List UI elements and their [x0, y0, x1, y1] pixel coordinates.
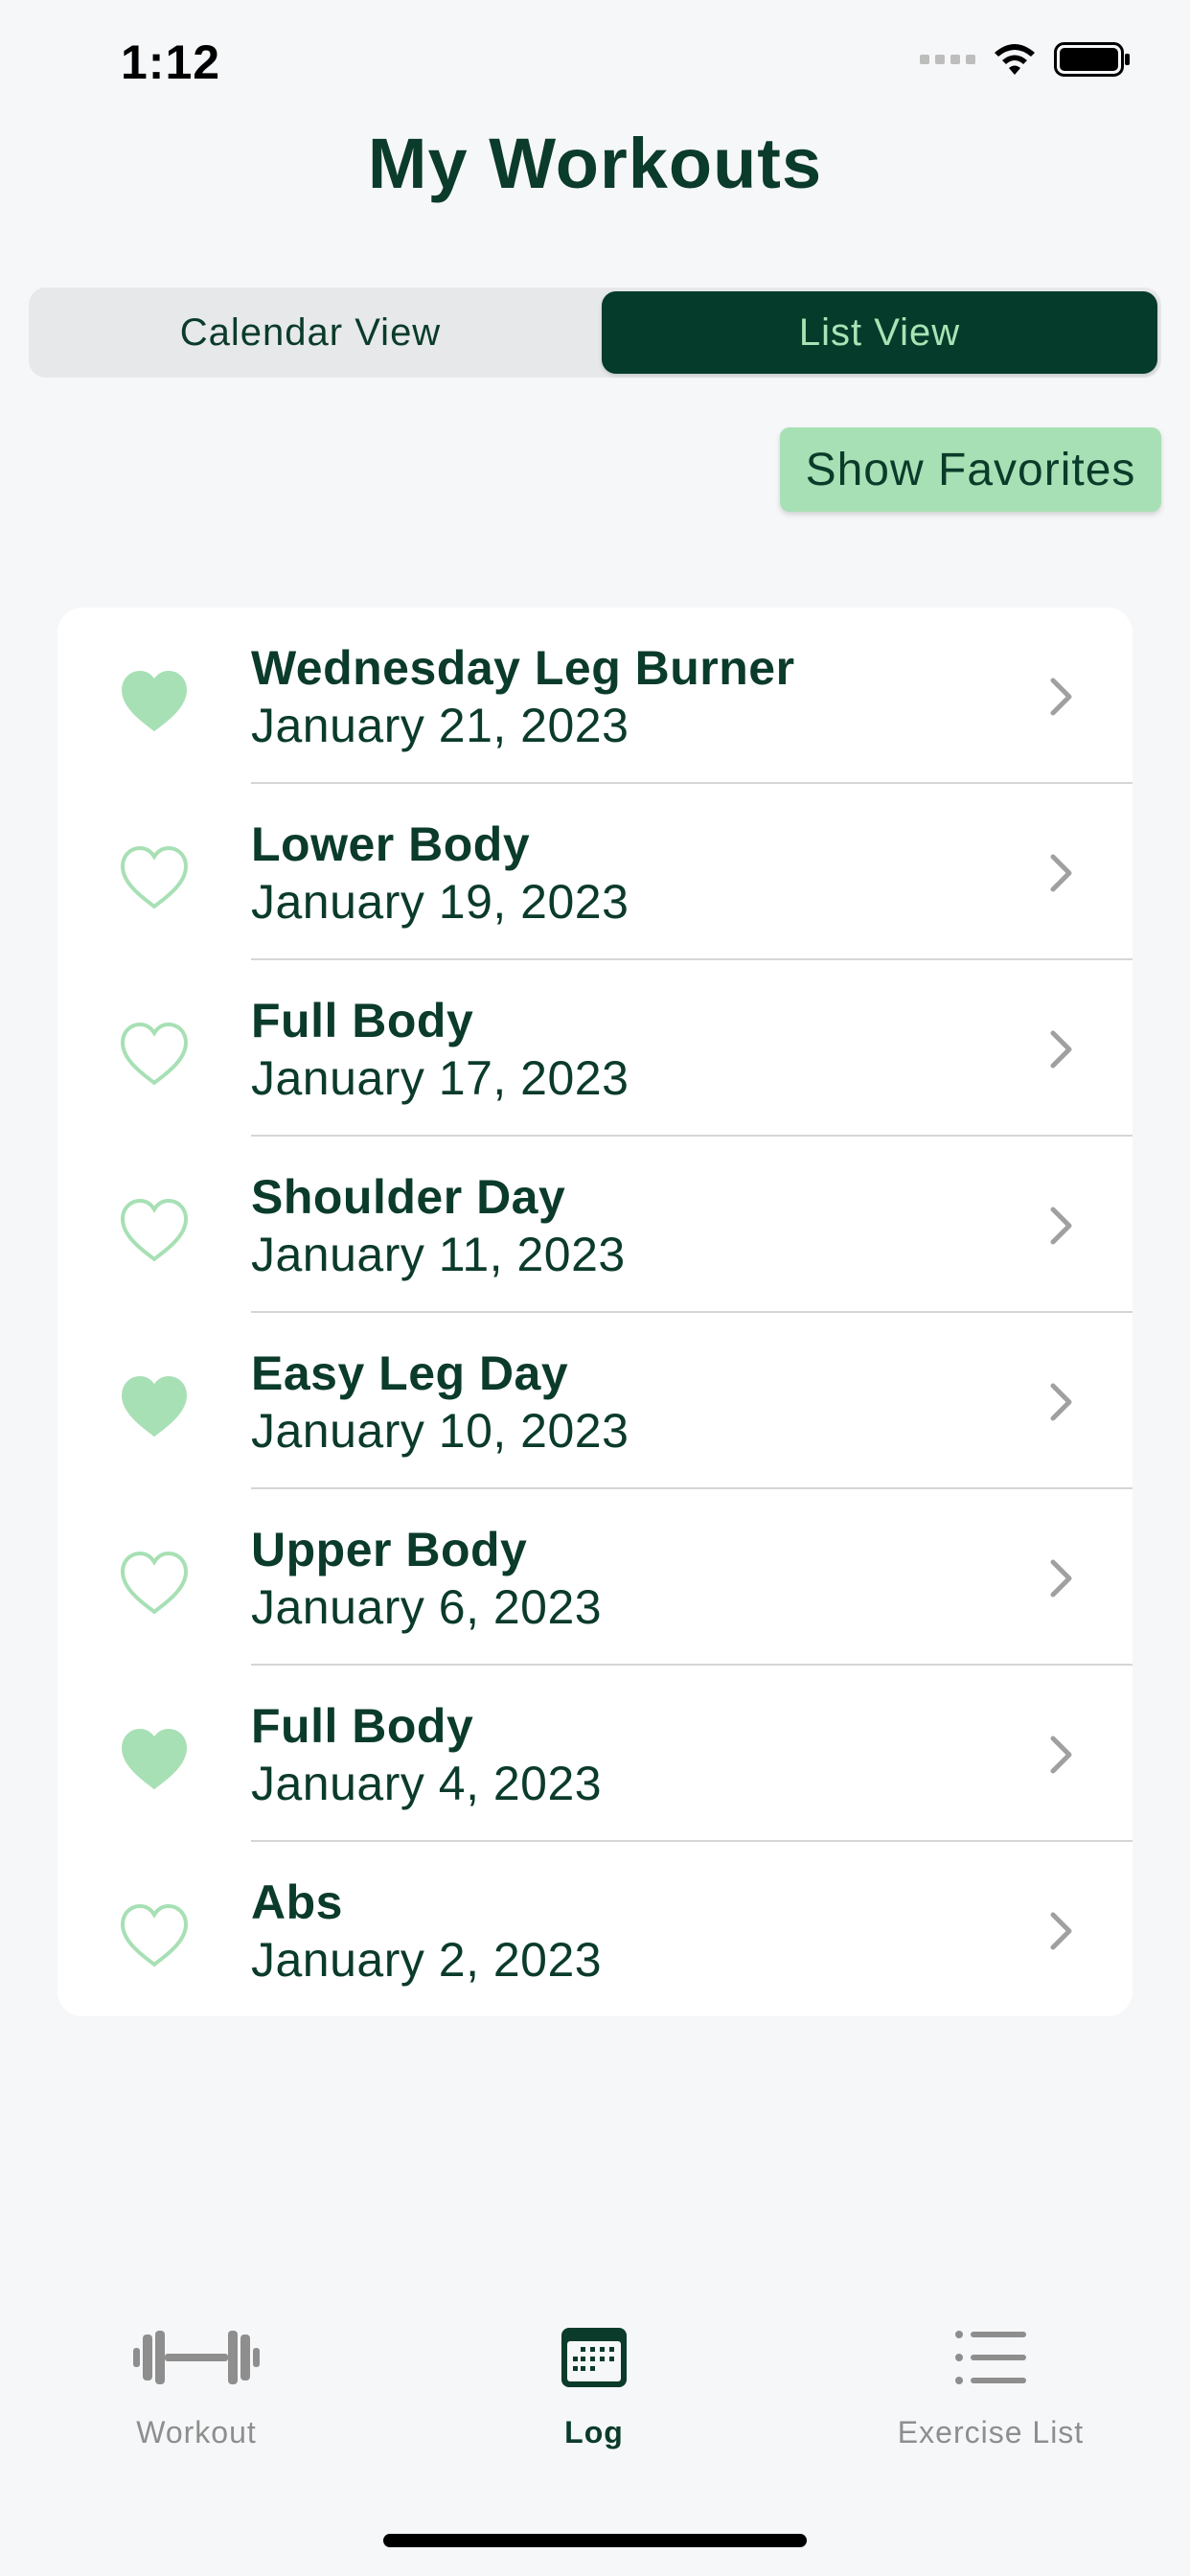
chevron-right-icon: [1049, 1558, 1074, 1598]
chevron-right-icon: [1049, 853, 1074, 893]
workout-row[interactable]: Easy Leg Day January 10, 2023: [57, 1313, 1133, 1489]
heart-outline-icon[interactable]: [119, 1198, 190, 1262]
workout-row[interactable]: Upper Body January 6, 2023: [57, 1489, 1133, 1666]
workout-date: January 4, 2023: [251, 1757, 603, 1810]
heart-outline-icon[interactable]: [119, 1551, 190, 1615]
chevron-right-icon: [1049, 677, 1074, 717]
heart-outline-icon[interactable]: [119, 845, 190, 909]
workout-name: Full Body: [251, 994, 474, 1047]
heart-filled-icon[interactable]: [119, 1374, 190, 1438]
heart-filled-icon[interactable]: [119, 1727, 190, 1790]
chevron-right-icon: [1049, 1029, 1074, 1070]
tab-log[interactable]: Log: [450, 2319, 738, 2450]
workout-date: January 11, 2023: [251, 1228, 626, 1281]
workout-row[interactable]: Full Body January 4, 2023: [57, 1666, 1133, 1842]
workout-name: Easy Leg Day: [251, 1346, 569, 1400]
workout-name: Shoulder Day: [251, 1170, 566, 1224]
cellular-signal-icon: [920, 55, 975, 64]
workout-name: Lower Body: [251, 817, 531, 871]
workout-row[interactable]: Abs January 2, 2023: [57, 1842, 1133, 2016]
workout-date: January 21, 2023: [251, 699, 629, 752]
wifi-icon: [995, 44, 1035, 75]
status-icons: [920, 42, 1131, 77]
workout-date: January 17, 2023: [251, 1051, 629, 1105]
workout-date: January 19, 2023: [251, 875, 629, 929]
dumbbell-icon: [131, 2319, 262, 2396]
workout-row[interactable]: Lower Body January 19, 2023: [57, 784, 1133, 960]
chevron-right-icon: [1049, 1911, 1074, 1951]
view-toggle: Calendar View List View: [29, 288, 1161, 378]
status-bar: 1:12: [0, 0, 1190, 125]
workout-row[interactable]: Shoulder Day January 11, 2023: [57, 1137, 1133, 1313]
workout-name: Wednesday Leg Burner: [251, 641, 795, 695]
workout-list: Wednesday Leg Burner January 21, 2023 Lowe…: [57, 608, 1133, 2016]
page-title: My Workouts: [367, 124, 823, 203]
tab-exercise-list[interactable]: Exercise List: [847, 2319, 1134, 2450]
heart-filled-icon[interactable]: [119, 669, 190, 732]
workout-date: January 10, 2023: [251, 1404, 629, 1458]
tab-log-label: Log: [564, 2415, 624, 2450]
chevron-right-icon: [1049, 1735, 1074, 1775]
workout-date: January 2, 2023: [251, 1933, 603, 1987]
workout-row[interactable]: Wednesday Leg Burner January 21, 2023: [57, 608, 1133, 784]
chevron-right-icon: [1049, 1382, 1074, 1422]
workout-row[interactable]: Full Body January 17, 2023: [57, 960, 1133, 1137]
heart-outline-icon[interactable]: [119, 1903, 190, 1967]
tab-workout-label: Workout: [136, 2415, 257, 2450]
workout-date: January 6, 2023: [251, 1580, 603, 1634]
home-indicator: [383, 2534, 807, 2547]
battery-icon: [1054, 42, 1130, 77]
workout-name: Abs: [251, 1875, 343, 1929]
show-favorites-button[interactable]: Show Favorites: [780, 427, 1161, 512]
list-view-tab[interactable]: List View: [602, 291, 1157, 374]
calendar-icon: [560, 2319, 629, 2396]
status-time: 1:12: [121, 35, 221, 89]
list-icon: [955, 2319, 1026, 2396]
workout-name: Upper Body: [251, 1523, 528, 1576]
calendar-view-tab[interactable]: Calendar View: [33, 291, 588, 374]
tab-exercise-list-label: Exercise List: [897, 2415, 1085, 2450]
heart-outline-icon[interactable]: [119, 1022, 190, 1086]
tab-workout[interactable]: Workout: [53, 2319, 340, 2450]
workout-name: Full Body: [251, 1699, 474, 1753]
tab-bar: Workout Log Exercise List: [0, 2319, 1190, 2511]
chevron-right-icon: [1049, 1206, 1074, 1246]
